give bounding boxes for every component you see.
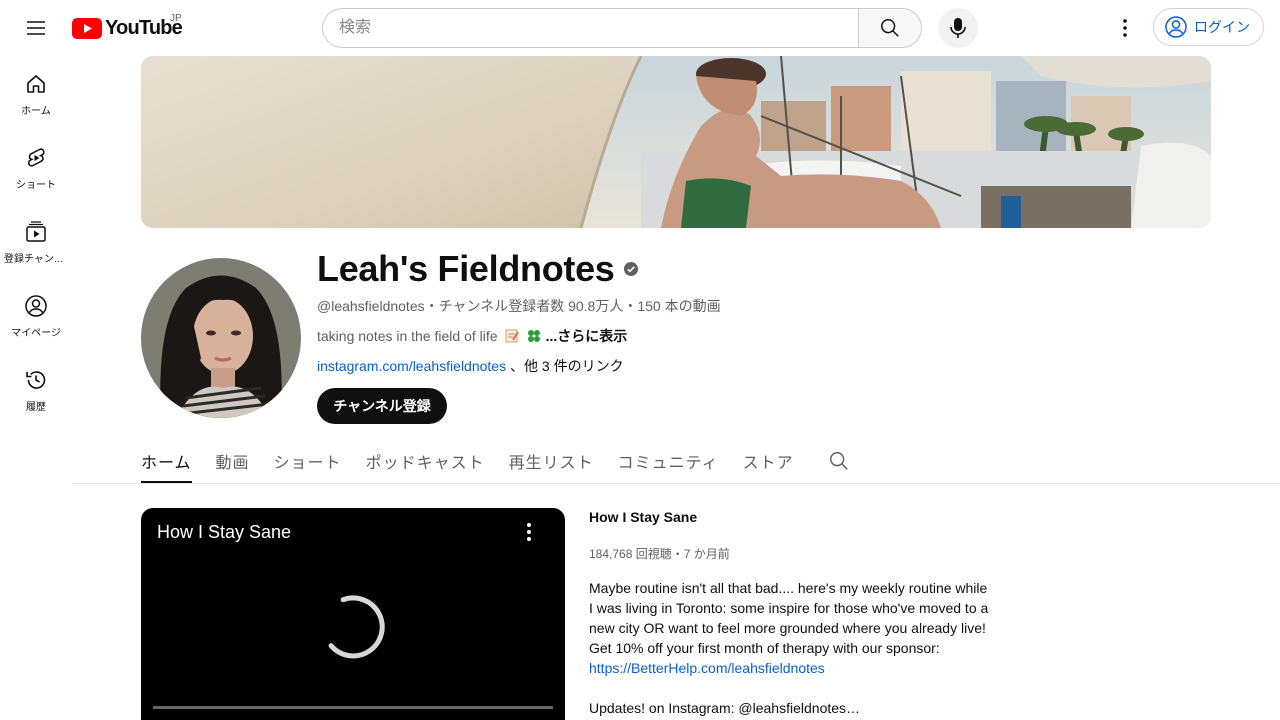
youtube-logo[interactable]: YouTube JP <box>72 13 183 39</box>
search-icon <box>881 19 899 37</box>
home-icon <box>27 75 45 93</box>
search-icon <box>829 452 848 470</box>
more-vertical-icon <box>1123 19 1127 37</box>
channel-meta: @leahsfieldnotes・チャンネル登録者数 90.8万人・150 本の… <box>317 298 721 314</box>
sponsor-link[interactable]: https://BetterHelp.com/leahsfieldnotes <box>589 658 999 678</box>
settings-menu-button[interactable] <box>1105 8 1145 48</box>
sidebar-item-history[interactable]: 履歴 <box>0 352 72 426</box>
more-vertical-icon <box>527 523 531 541</box>
channel-links: instagram.com/leahsfieldnotes 、他 3 件のリンク <box>317 356 624 376</box>
tab-shorts[interactable]: ショート <box>274 436 342 484</box>
memo-emoji-icon <box>504 328 520 344</box>
description-line: Updates! on Instagram: @leahsfieldnotes… <box>589 700 861 716</box>
tab-podcasts[interactable]: ポッドキャスト <box>366 436 485 484</box>
featured-video-title[interactable]: How I Stay Sane <box>589 509 697 525</box>
tab-videos[interactable]: 動画 <box>216 436 250 484</box>
featured-video-description: Maybe routine isn't all that bad.... her… <box>589 578 999 718</box>
region-code: JP <box>170 13 182 24</box>
hamburger-icon <box>27 21 45 35</box>
featured-video-player[interactable]: How I Stay Sane <box>141 508 565 720</box>
youtube-play-icon <box>72 17 102 39</box>
sidebar: ホーム ショート 登録チャンネル マイページ 履歴 <box>0 56 72 426</box>
subscriptions-icon <box>26 221 46 242</box>
search-input[interactable] <box>322 8 859 48</box>
tab-store[interactable]: ストア <box>743 436 794 484</box>
description-line: I was living in Toronto: some inspire fo… <box>589 600 989 616</box>
sidebar-item-home[interactable]: ホーム <box>0 56 72 130</box>
sidebar-item-label: 登録チャンネル <box>4 254 68 265</box>
top-bar: YouTube JP ログイン <box>0 0 1280 56</box>
player-menu-button[interactable] <box>517 520 541 549</box>
my-page-icon <box>25 295 47 317</box>
channel-search-button[interactable] <box>828 436 850 484</box>
menu-button[interactable] <box>16 8 56 48</box>
channel-tabs: ホーム 動画 ショート ポッドキャスト 再生リスト コミュニティ ストア <box>141 436 850 484</box>
channel-banner <box>141 56 1211 228</box>
search-button[interactable] <box>858 8 922 48</box>
sidebar-item-label: ホーム <box>21 106 51 117</box>
sidebar-item-label: 履歴 <box>26 402 46 413</box>
player-title[interactable]: How I Stay Sane <box>157 522 291 543</box>
featured-video-meta: 184,768 回視聴・7 か月前 <box>589 547 730 561</box>
sidebar-item-label: ショート <box>16 180 56 191</box>
verified-badge-icon <box>623 261 639 277</box>
sidebar-item-label: マイページ <box>11 328 61 339</box>
other-links-label[interactable]: 、他 3 件のリンク <box>510 358 624 374</box>
shorts-icon <box>27 148 45 167</box>
history-icon <box>26 371 46 389</box>
four-leaf-clover-emoji-icon <box>526 328 542 344</box>
tab-home[interactable]: ホーム <box>141 436 192 484</box>
voice-search-button[interactable] <box>938 8 978 48</box>
loading-spinner-icon <box>320 594 386 665</box>
login-button[interactable]: ログイン <box>1153 8 1264 46</box>
show-more-link[interactable]: ...さらに表示 <box>546 326 628 346</box>
microphone-icon <box>950 18 966 38</box>
account-circle-icon <box>1165 16 1187 38</box>
channel-name-text: Leah's Fieldnotes <box>317 248 615 289</box>
sidebar-item-my-page[interactable]: マイページ <box>0 278 72 352</box>
description-line: Maybe routine isn't all that bad.... her… <box>589 580 988 596</box>
progress-bar[interactable] <box>153 706 553 709</box>
channel-avatar[interactable] <box>141 258 301 418</box>
channel-description[interactable]: taking notes in the field of life ...さらに… <box>317 326 627 346</box>
channel-description-text: taking notes in the field of life <box>317 328 498 344</box>
tab-playlists[interactable]: 再生リスト <box>509 436 594 484</box>
subscribe-button[interactable]: チャンネル登録 <box>317 388 447 424</box>
sidebar-item-shorts[interactable]: ショート <box>0 130 72 204</box>
login-label: ログイン <box>1194 19 1250 35</box>
instagram-link[interactable]: instagram.com/leahsfieldnotes <box>317 358 506 374</box>
sidebar-item-subscriptions[interactable]: 登録チャンネル <box>0 204 72 278</box>
channel-name: Leah's Fieldnotes <box>317 248 639 290</box>
description-line: Get 10% off your first month of therapy … <box>589 640 940 656</box>
tab-community[interactable]: コミュニティ <box>618 436 719 484</box>
description-line: new city OR want to feel more grounded w… <box>589 620 986 636</box>
tabs-divider <box>72 483 1280 484</box>
